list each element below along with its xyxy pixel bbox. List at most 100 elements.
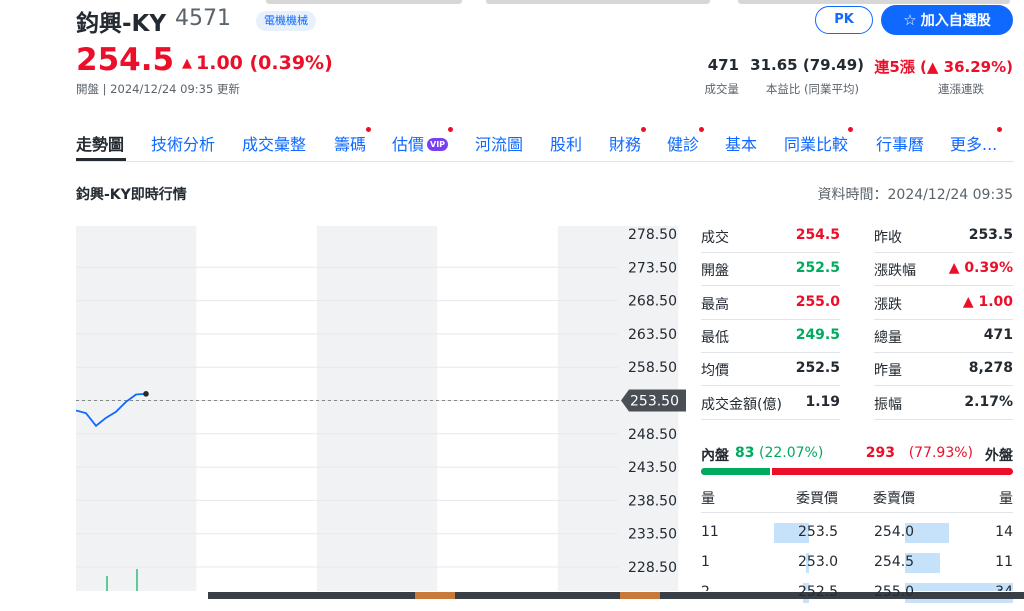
outer-volume-value: 293: [866, 445, 895, 461]
pe-ratio-value: 31.65 (79.49): [750, 56, 864, 74]
outer-volume-label: 外盤: [985, 445, 1013, 465]
quote-label: 最高: [701, 294, 729, 314]
intraday-chart[interactable]: 278.50273.50268.50263.50258.50253.50248.…: [76, 226, 686, 596]
new-dot-icon: [997, 127, 1002, 132]
quote-row-right: 昨量 8,278: [874, 352, 1013, 386]
ask-price: 255.0: [874, 584, 914, 600]
tab-peer-comparison[interactable]: 同業比較: [784, 131, 848, 155]
ask-price-header: 委賣價: [873, 488, 915, 508]
quote-value: 255.0: [796, 294, 840, 310]
inner-ratio-fill: [701, 468, 772, 475]
quote-value: 252.5: [796, 360, 840, 376]
quote-label: 漲跌: [874, 294, 902, 314]
quote-label: 昨收: [874, 227, 902, 247]
bid-volume: 11: [701, 524, 719, 540]
taskbar-accent: [415, 592, 455, 599]
quote-value: 253.5: [969, 227, 1013, 243]
outer-volume-pct: (77.93%): [909, 445, 973, 461]
bid-price: 253.5: [798, 524, 838, 540]
tab-chips[interactable]: 籌碼: [334, 131, 366, 155]
quote-row-left: 成交金額(億) 1.19: [701, 386, 840, 420]
stock-nav-tabs: 走勢圖 技術分析 成交彙整 籌碼 估價VIP 河流圖 股利 財務 健診 基本 同…: [76, 131, 1014, 163]
streak-label: 連漲連跌: [938, 81, 984, 97]
current-price: 254.5: [76, 42, 174, 78]
chart-band: [196, 226, 316, 591]
quote-row-right: 昨收 253.5: [874, 219, 1013, 253]
up-triangle-icon: ▲: [182, 56, 192, 71]
tab-basic[interactable]: 基本: [725, 131, 757, 155]
price-point: [143, 391, 149, 397]
price-change: ▲ 1.00 (0.39%): [182, 52, 333, 74]
order-book-header: 量 委買價 委賣價 量: [701, 486, 1013, 513]
bid-price-header: 委買價: [796, 488, 838, 508]
quote-value: 249.5: [796, 327, 840, 343]
tab-river-chart[interactable]: 河流圖: [475, 131, 523, 155]
quote-row-left: 成交254.5: [701, 219, 840, 253]
tab-technical-analysis[interactable]: 技術分析: [151, 131, 215, 155]
y-tick-label: 258.50: [628, 360, 677, 376]
quote-row-right: 總量471: [874, 319, 1013, 353]
y-tick-label: 238.50: [628, 493, 677, 509]
data-time: 資料時間：2024/12/24 09:35: [818, 184, 1014, 204]
industry-badge[interactable]: 電機機械: [256, 11, 316, 31]
new-dot-icon: [641, 127, 646, 132]
quote-value: 1.19: [805, 394, 840, 410]
add-to-watchlist-button[interactable]: ☆加入自選股: [881, 5, 1013, 35]
bid-volume: 1: [701, 554, 710, 570]
ask-volume-header: 量: [999, 488, 1013, 508]
y-tick-label: 233.50: [628, 527, 677, 543]
vip-badge: VIP: [427, 138, 448, 151]
section-title: 鈞興-KY即時行情: [76, 184, 187, 204]
tab-more[interactable]: 更多...: [950, 131, 997, 155]
inner-volume-value: 83: [735, 445, 754, 461]
quote-label: 成交: [701, 227, 729, 247]
tab-dividends[interactable]: 股利: [550, 131, 582, 155]
streak-value: 連5漲 (▲ 36.29%): [874, 56, 1013, 77]
quote-label: 最低: [701, 327, 729, 347]
quote-label: 總量: [874, 327, 902, 347]
quote-value: 2.17%: [964, 394, 1013, 410]
quote-row-right: 振幅 2.17%: [874, 386, 1013, 420]
quote-label: 成交金額(億): [701, 394, 782, 414]
quote-label: 漲跌幅: [874, 260, 916, 280]
y-tick-label: 248.50: [628, 427, 677, 443]
bid-volume-header: 量: [701, 488, 715, 508]
chart-band: [76, 226, 196, 591]
y-tick-label: 278.50: [628, 227, 677, 243]
y-tick-label: 268.50: [628, 294, 677, 310]
y-tick-label: 228.50: [628, 560, 677, 576]
tab-calendar[interactable]: 行事曆: [876, 131, 924, 155]
quote-row-left: 最低 249.5: [701, 319, 840, 353]
quote-row-left: 開盤252.5: [701, 252, 840, 286]
quote-row-left: 均價 252.5: [701, 352, 840, 386]
y-tick-label: 273.50: [628, 260, 677, 276]
stock-code: 4571: [175, 6, 231, 31]
quote-label: 均價: [701, 360, 729, 380]
order-book-row: 11253.5254.014: [701, 521, 1013, 551]
chart-band: [437, 226, 557, 591]
y-tick-label: 243.50: [628, 460, 677, 476]
tab-financials[interactable]: 財務: [609, 131, 641, 155]
quote-row-left: 最高 255.0: [701, 286, 840, 320]
quote-value: ▲ 1.00: [963, 294, 1013, 310]
volume-label: 成交量: [705, 81, 740, 97]
chart-band: [317, 226, 437, 591]
pk-button[interactable]: PK: [815, 6, 873, 34]
tab-trend-chart[interactable]: 走勢圖: [76, 131, 124, 155]
quote-row-right: 漲跌 ▲ 1.00: [874, 286, 1013, 320]
quote-label: 振幅: [874, 394, 902, 414]
inner-outer-volume: 內盤 83 (22.07%) 293 (77.93%) 外盤: [701, 443, 1013, 479]
quote-value: 8,278: [969, 360, 1013, 376]
new-dot-icon: [699, 127, 704, 132]
new-dot-icon: [366, 127, 371, 132]
price-change-value: 1.00 (0.39%): [196, 52, 333, 74]
tab-valuation[interactable]: 估價VIP: [392, 131, 448, 155]
quote-label: 開盤: [701, 260, 729, 280]
tab-health-check[interactable]: 健診: [667, 131, 699, 155]
quote-label: 昨量: [874, 360, 902, 380]
watchlist-label: 加入自選股: [921, 13, 991, 29]
inner-outer-ratio-bar: [701, 468, 1013, 475]
taskbar-accent: [620, 592, 660, 599]
quote-row-right: 漲跌幅▲ 0.39%: [874, 252, 1013, 286]
tab-trade-summary[interactable]: 成交彙整: [242, 131, 306, 155]
